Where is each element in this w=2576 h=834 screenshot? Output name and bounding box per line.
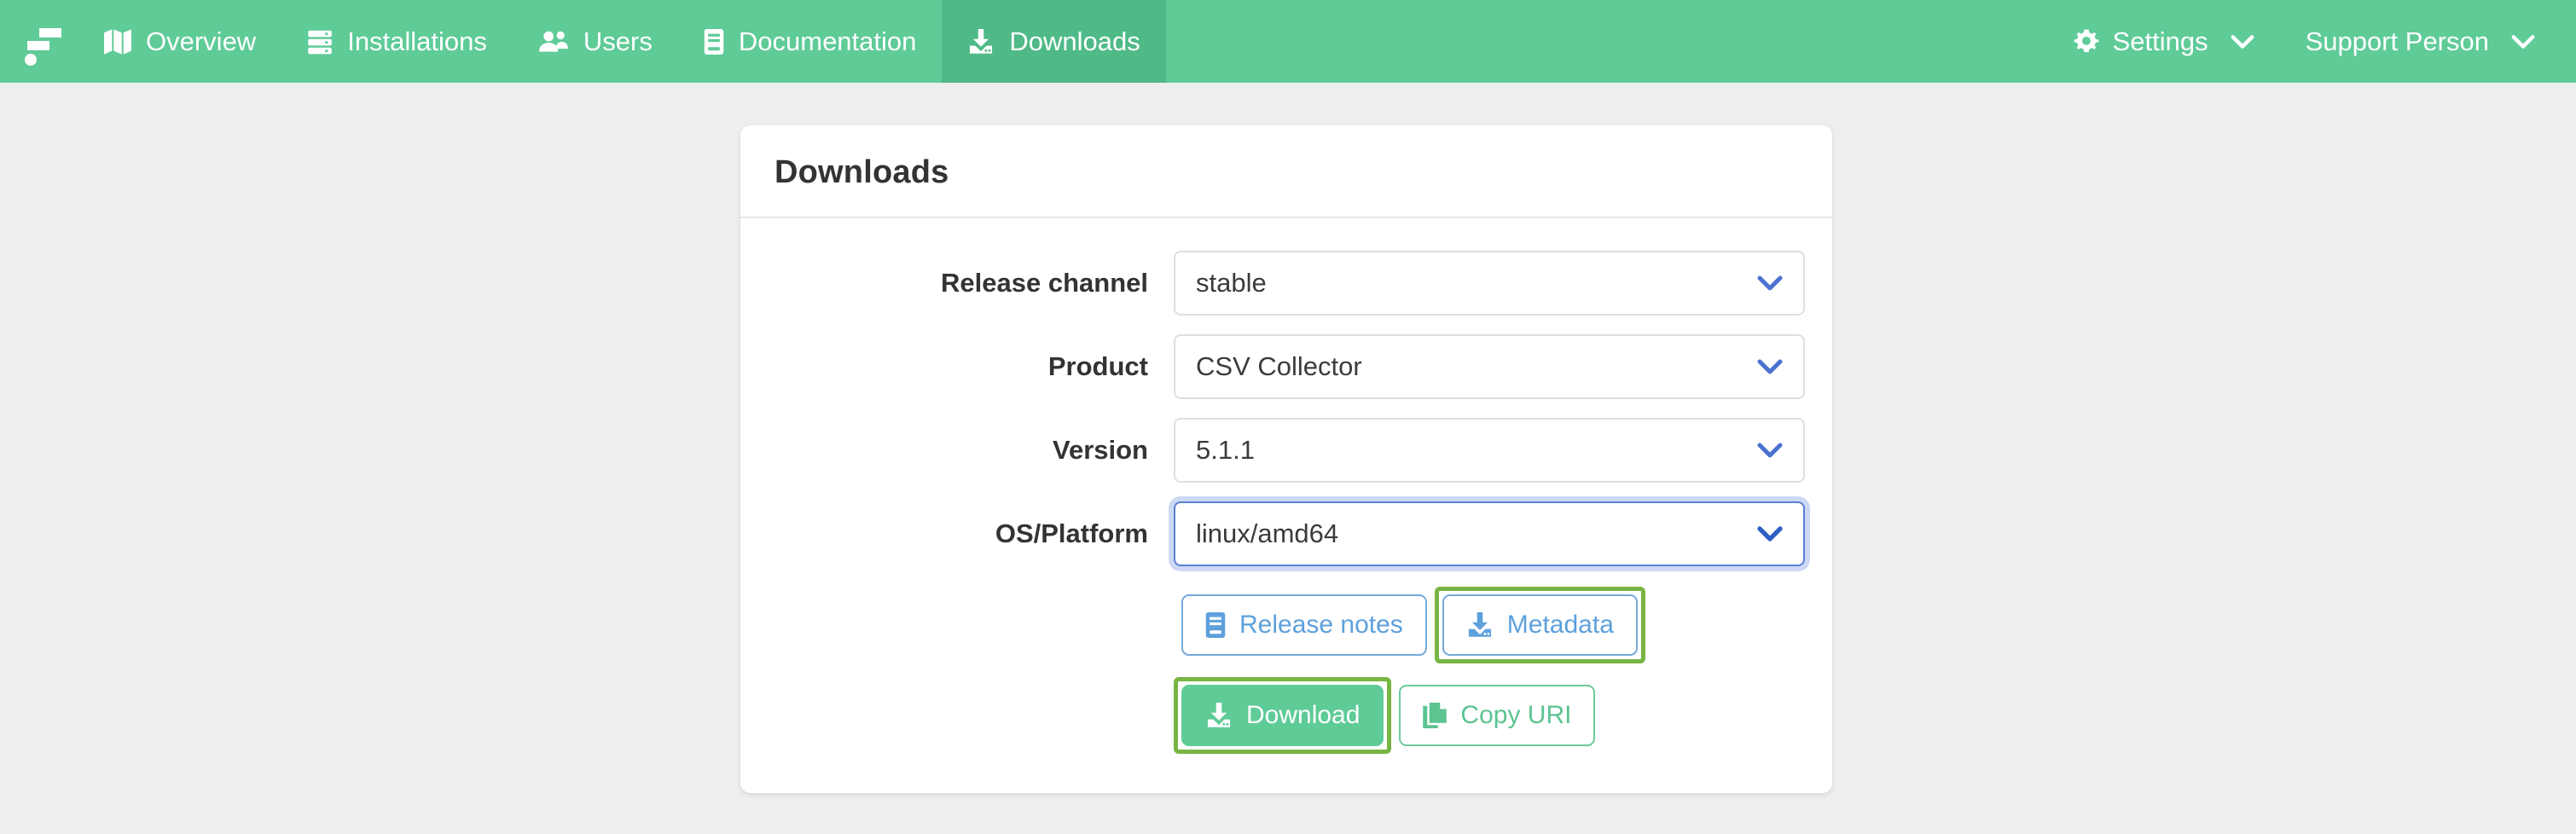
nav-item-label: Documentation <box>738 26 917 56</box>
label-version: Version <box>1053 435 1148 465</box>
label-os-platform: OS/Platform <box>995 518 1148 548</box>
nav-item-installations[interactable]: Installations <box>281 0 513 83</box>
label-release-channel: Release channel <box>941 268 1148 298</box>
button-label: Download <box>1246 701 1361 729</box>
primary-nav: Overview Installations Users Documentati… <box>78 0 2048 83</box>
button-label: Copy URI <box>1460 701 1572 729</box>
form-row-version: Version 5.1.1 <box>775 418 1805 483</box>
nav-item-label: Users <box>583 26 653 56</box>
secondary-actions-row: Release notes Metadata <box>1174 587 1798 663</box>
select-release-channel[interactable]: stable <box>1174 251 1805 316</box>
book-icon <box>704 28 724 55</box>
chevron-down-icon <box>2231 34 2254 49</box>
page-content: Downloads Release channel stable Product… <box>0 83 2576 834</box>
nav-item-label: Downloads <box>1009 26 1140 56</box>
server-icon <box>307 29 333 55</box>
metadata-highlight-box: Metadata <box>1434 587 1645 663</box>
download-icon <box>1205 703 1233 728</box>
copy-icon <box>1423 703 1448 728</box>
primary-actions-row: Download Copy URI <box>1174 677 1798 754</box>
release-notes-wrapper: Release notes <box>1174 587 1435 663</box>
select-os-platform[interactable]: linux/amd64 <box>1174 501 1805 566</box>
select-value: stable <box>1196 268 1267 298</box>
logo-mark-icon <box>19 21 61 66</box>
card-header: Downloads <box>740 125 1832 218</box>
download-button[interactable]: Download <box>1181 685 1384 746</box>
download-icon <box>1466 612 1494 638</box>
metadata-button[interactable]: Metadata <box>1442 594 1638 656</box>
nav-item-label: Support Person <box>2305 26 2489 56</box>
users-icon <box>538 30 569 54</box>
chevron-down-icon[interactable] <box>1757 526 1783 542</box>
downloads-card: Downloads Release channel stable Product… <box>740 125 1832 793</box>
nav-item-documentation[interactable]: Documentation <box>678 0 943 83</box>
download-highlight-box: Download <box>1174 677 1392 754</box>
nav-item-label: Installations <box>347 26 487 56</box>
copy-uri-button[interactable]: Copy URI <box>1399 685 1596 746</box>
nav-item-support-person[interactable]: Support Person <box>2280 0 2561 83</box>
chevron-down-icon[interactable] <box>1757 275 1783 292</box>
select-value: CSV Collector <box>1196 351 1362 381</box>
button-label: Metadata <box>1506 611 1614 639</box>
card-body: Release channel stable Product CSV Colle… <box>740 218 1832 793</box>
top-navbar: Overview Installations Users Documentati… <box>0 0 2576 83</box>
chevron-down-icon[interactable] <box>1757 443 1783 459</box>
brand-logo[interactable] <box>0 0 78 83</box>
form-row-product: Product CSV Collector <box>775 334 1805 399</box>
release-notes-button[interactable]: Release notes <box>1181 594 1427 656</box>
gear-icon <box>2074 29 2099 55</box>
select-version[interactable]: 5.1.1 <box>1174 418 1805 483</box>
form-row-release-channel: Release channel stable <box>775 251 1805 316</box>
label-product: Product <box>1047 351 1148 381</box>
chevron-down-icon <box>2511 34 2535 49</box>
form-row-os-platform: OS/Platform linux/amd64 <box>775 501 1805 566</box>
chevron-down-icon[interactable] <box>1757 359 1783 375</box>
nav-item-users[interactable]: Users <box>513 0 678 83</box>
select-value: 5.1.1 <box>1196 435 1255 465</box>
nav-item-downloads[interactable]: Downloads <box>942 0 1166 83</box>
copy-uri-wrapper: Copy URI <box>1391 677 1603 754</box>
map-icon <box>104 28 131 55</box>
secondary-nav: Settings Support Person <box>2048 0 2576 83</box>
select-product[interactable]: CSV Collector <box>1174 334 1805 399</box>
nav-item-overview[interactable]: Overview <box>78 0 281 83</box>
nav-item-label: Settings <box>2112 26 2208 56</box>
page-title: Downloads <box>775 154 949 190</box>
button-label: Release notes <box>1239 611 1403 639</box>
select-value: linux/amd64 <box>1196 518 1339 548</box>
book-icon <box>1205 612 1226 638</box>
nav-item-settings[interactable]: Settings <box>2048 0 2280 83</box>
download-icon <box>967 28 995 55</box>
nav-item-label: Overview <box>146 26 257 56</box>
